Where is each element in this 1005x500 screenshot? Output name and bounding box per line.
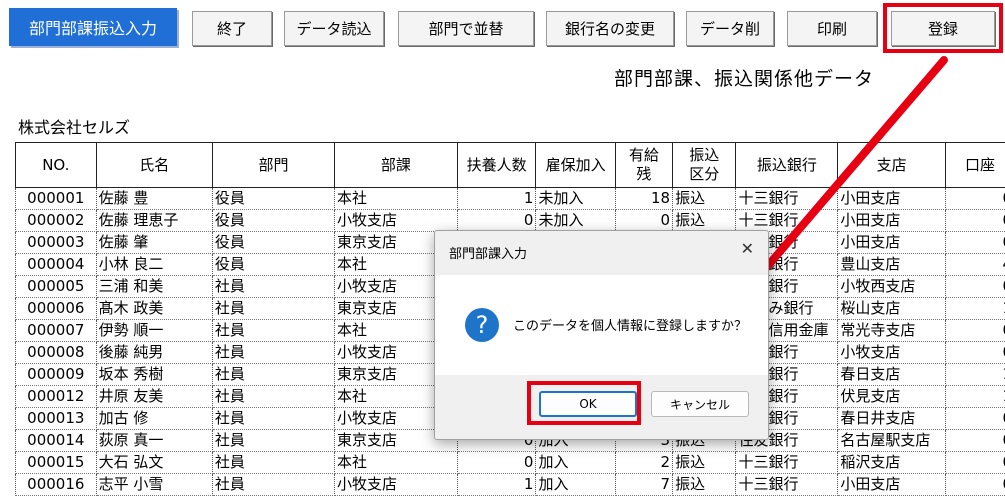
question-icon: ? xyxy=(465,308,499,342)
close-icon[interactable]: ✕ xyxy=(741,239,754,258)
ok-highlight-box xyxy=(527,381,641,425)
dialog-body: ? このデータを個人情報に登録しますか？ xyxy=(435,275,768,375)
cancel-button[interactable]: キャンセル xyxy=(651,391,749,417)
dialog-message: このデータを個人情報に登録しますか？ xyxy=(513,319,748,334)
dialog-title: 部門部課入力 xyxy=(449,247,528,262)
